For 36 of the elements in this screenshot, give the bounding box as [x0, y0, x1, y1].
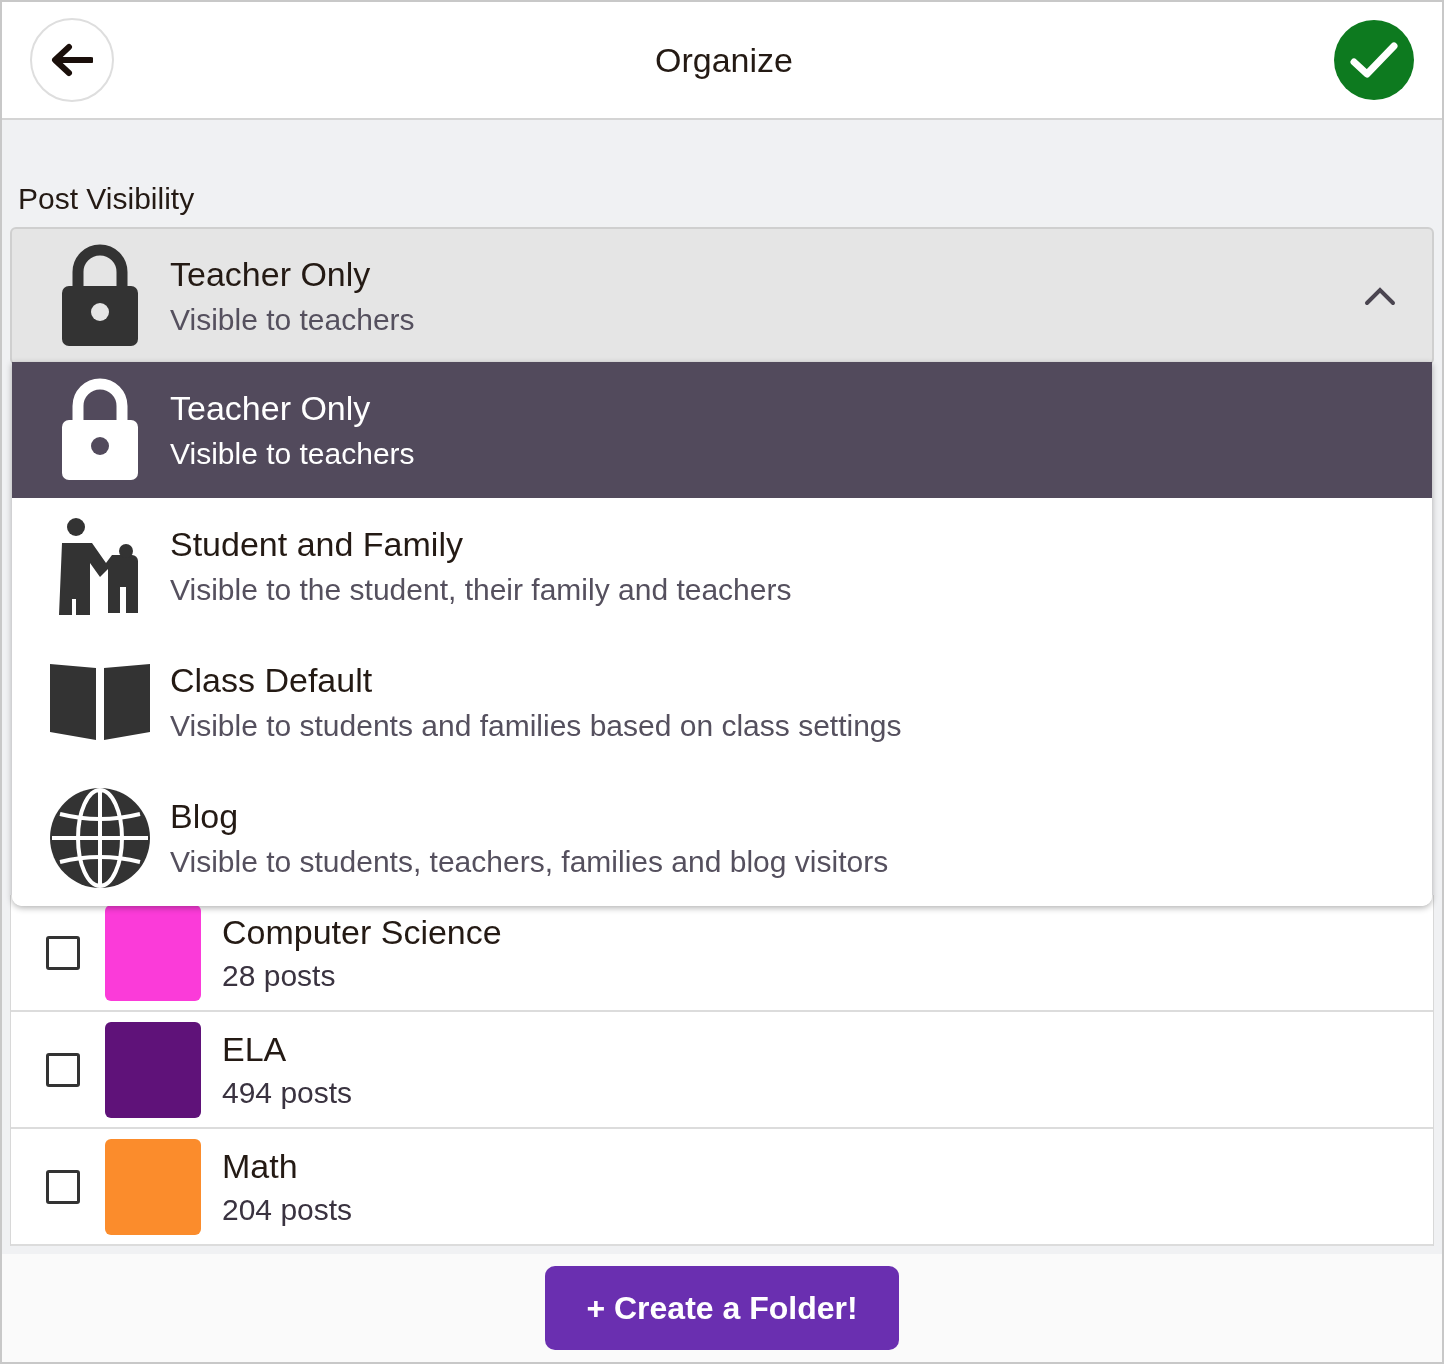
folder-row[interactable]: ELA 494 posts	[11, 1012, 1433, 1129]
option-title: Class Default	[170, 660, 374, 701]
option-title: Teacher Only	[170, 254, 372, 295]
option-title: Student and Family	[170, 524, 464, 565]
option-description: Visible to the student, their family and teachers	[170, 572, 792, 608]
checkbox[interactable]	[46, 935, 80, 970]
post-count: 204 posts	[222, 1191, 353, 1228]
visibility-option[interactable]: Teacher Only Visible to teachers	[12, 362, 1432, 498]
folder-name: Math	[222, 1145, 299, 1187]
create-folder-button[interactable]: + Create a Folder!	[545, 1266, 899, 1350]
folder-name: Computer Science	[222, 911, 502, 953]
post-count: 28 posts	[222, 957, 337, 994]
option-description: Visible to students and families based on class settings	[170, 708, 902, 744]
checkbox[interactable]	[46, 1169, 80, 1204]
visibility-option[interactable]: Student and Family Visible to the student, their family and teachers	[12, 498, 1432, 634]
globe-icon	[48, 786, 152, 890]
option-description: Visible to students, teachers, families and blog visitors	[170, 844, 889, 880]
post-count: 494 posts	[222, 1074, 353, 1111]
chevron-up-icon	[1364, 286, 1396, 306]
open-book-icon	[48, 662, 152, 742]
folder-row[interactable]: Math 204 posts	[11, 1129, 1433, 1246]
padlock-icon	[60, 244, 140, 348]
visibility-option[interactable]: Class Default Visible to students and families based on class settings	[12, 634, 1432, 770]
padlock-icon	[60, 378, 140, 482]
folder-name: ELA	[222, 1028, 288, 1070]
section-label: Post Visibility	[17, 181, 196, 217]
visibility-dropdown[interactable]: Teacher Only Visible to teachers	[10, 227, 1434, 365]
checkmark-icon	[1350, 40, 1398, 80]
back-arrow-icon	[51, 43, 93, 77]
option-description: Visible to teachers	[170, 436, 415, 472]
option-description: Visible to teachers	[170, 302, 416, 338]
visibility-option[interactable]: Blog Visible to students, teachers, families and blog visitors	[12, 770, 1432, 906]
checkbox[interactable]	[46, 1052, 80, 1087]
option-title: Blog	[170, 796, 240, 837]
option-title: Teacher Only	[170, 388, 372, 429]
page-title: Organize	[655, 39, 793, 81]
